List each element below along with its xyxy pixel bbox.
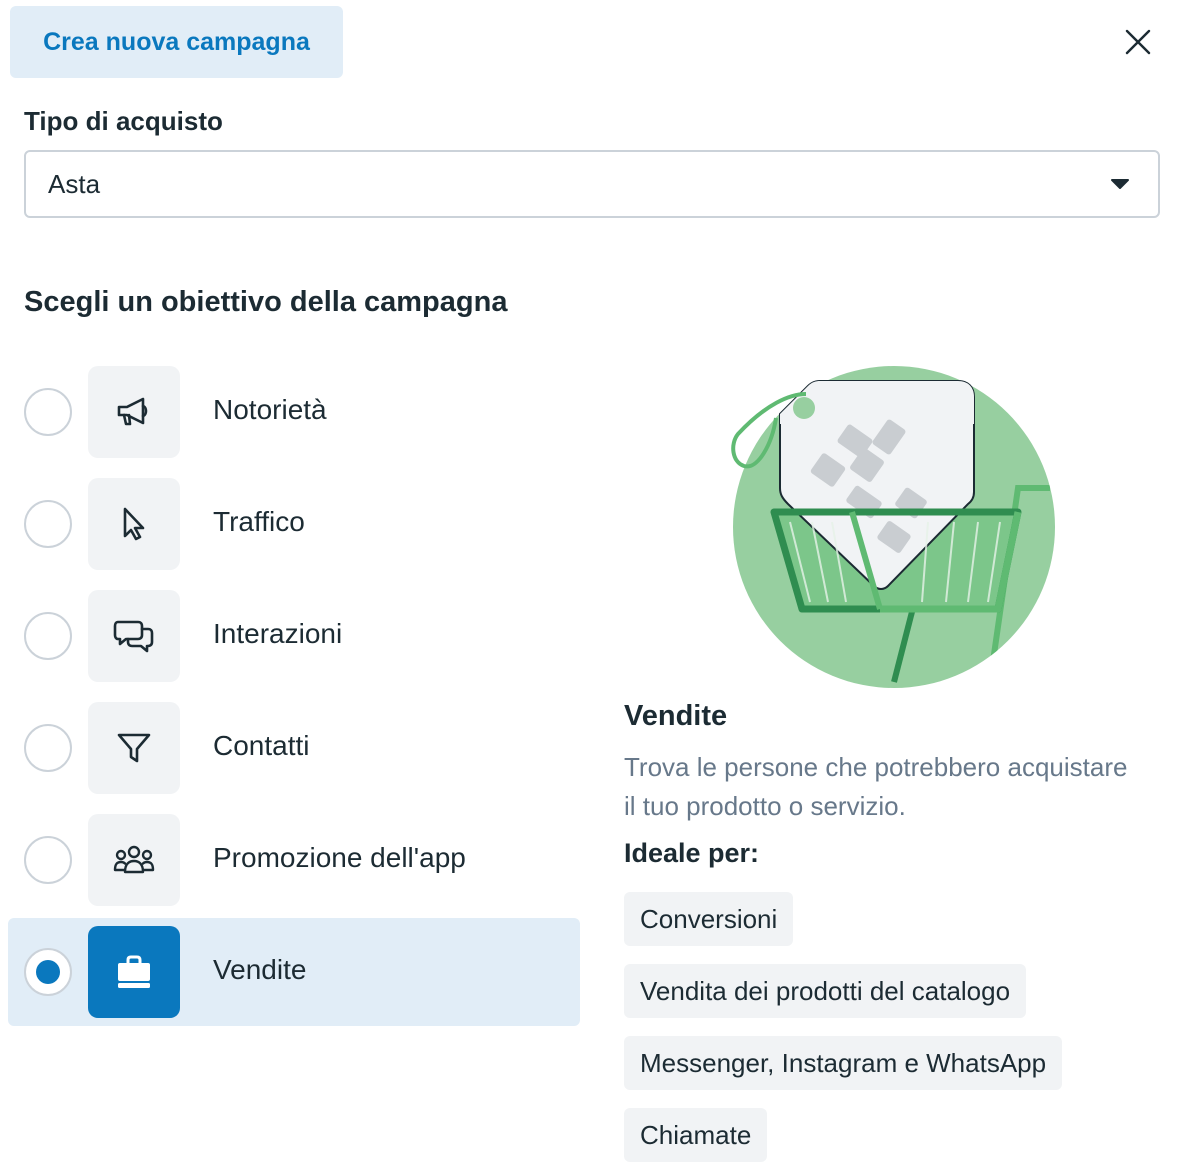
objective-icon-tile bbox=[88, 590, 180, 682]
objective-section-title: Scegli un obiettivo della campagna bbox=[24, 286, 508, 318]
caret-down-icon bbox=[1111, 179, 1129, 189]
purchase-type-select[interactable]: Asta bbox=[24, 150, 1160, 218]
cursor-icon bbox=[123, 507, 145, 541]
objective-option-sales[interactable]: Vendite bbox=[8, 918, 580, 1026]
objective-detail-description: Trova le persone che potrebbero acquista… bbox=[624, 752, 1128, 821]
shopping-bag-icon bbox=[118, 955, 150, 988]
chat-bubbles-icon bbox=[113, 620, 154, 653]
objective-label: Notorietà bbox=[213, 394, 327, 425]
tab-create-campaign[interactable]: Crea nuova campagna bbox=[10, 6, 343, 78]
objective-icon-tile bbox=[88, 814, 180, 906]
objective-option-app-promotion[interactable]: Promozione dell'app bbox=[8, 806, 580, 914]
ideal-tag: Conversioni bbox=[624, 892, 794, 946]
objective-option-traffic[interactable]: Traffico bbox=[8, 470, 580, 578]
ideal-tag-label: Conversioni bbox=[640, 903, 778, 934]
objective-label: Contatti bbox=[213, 730, 310, 761]
objective-label: Vendite bbox=[213, 954, 307, 985]
radio-app-promotion[interactable] bbox=[24, 836, 72, 884]
ideal-tag: Chiamate bbox=[624, 1108, 768, 1162]
purchase-type-value: Asta bbox=[48, 168, 101, 199]
people-group-icon bbox=[113, 845, 155, 874]
objective-option-engagement[interactable]: Interazioni bbox=[8, 582, 580, 690]
objective-option-awareness[interactable]: Notorietà bbox=[8, 358, 580, 466]
objective-option-leads[interactable]: Contatti bbox=[8, 694, 580, 802]
objective-label: Interazioni bbox=[213, 618, 343, 649]
radio-engagement[interactable] bbox=[24, 612, 72, 660]
ideal-tag: Messenger, Instagram e WhatsApp bbox=[624, 1036, 1063, 1090]
purchase-type-label: Tipo di acquisto bbox=[24, 106, 223, 136]
ideal-tag-label: Messenger, Instagram e WhatsApp bbox=[640, 1047, 1047, 1078]
close-button[interactable] bbox=[1118, 22, 1158, 62]
ideal-tag: Vendita dei prodotti del catalogo bbox=[624, 964, 1027, 1018]
megaphone-icon bbox=[117, 397, 148, 426]
objective-icon-tile bbox=[88, 366, 180, 458]
objective-icon-tile bbox=[88, 926, 180, 1018]
radio-awareness[interactable] bbox=[24, 388, 72, 436]
ideal-tag-label: Vendita dei prodotti del catalogo bbox=[640, 975, 1011, 1006]
close-icon bbox=[1125, 29, 1151, 55]
radio-leads[interactable] bbox=[24, 724, 72, 772]
ideal-for-label: Ideale per: bbox=[624, 838, 760, 868]
radio-traffic[interactable] bbox=[24, 500, 72, 548]
radio-sales[interactable] bbox=[24, 948, 72, 996]
objective-detail-title: Vendite bbox=[624, 700, 728, 732]
objective-icon-tile bbox=[88, 702, 180, 794]
objective-icon-tile bbox=[88, 478, 180, 570]
objective-label: Traffico bbox=[213, 506, 305, 537]
funnel-icon bbox=[117, 733, 151, 763]
sales-illustration bbox=[731, 366, 1055, 688]
tab-label: Crea nuova campagna bbox=[43, 27, 310, 56]
ideal-tag-label: Chiamate bbox=[640, 1119, 752, 1150]
objective-label: Promozione dell'app bbox=[213, 842, 466, 873]
